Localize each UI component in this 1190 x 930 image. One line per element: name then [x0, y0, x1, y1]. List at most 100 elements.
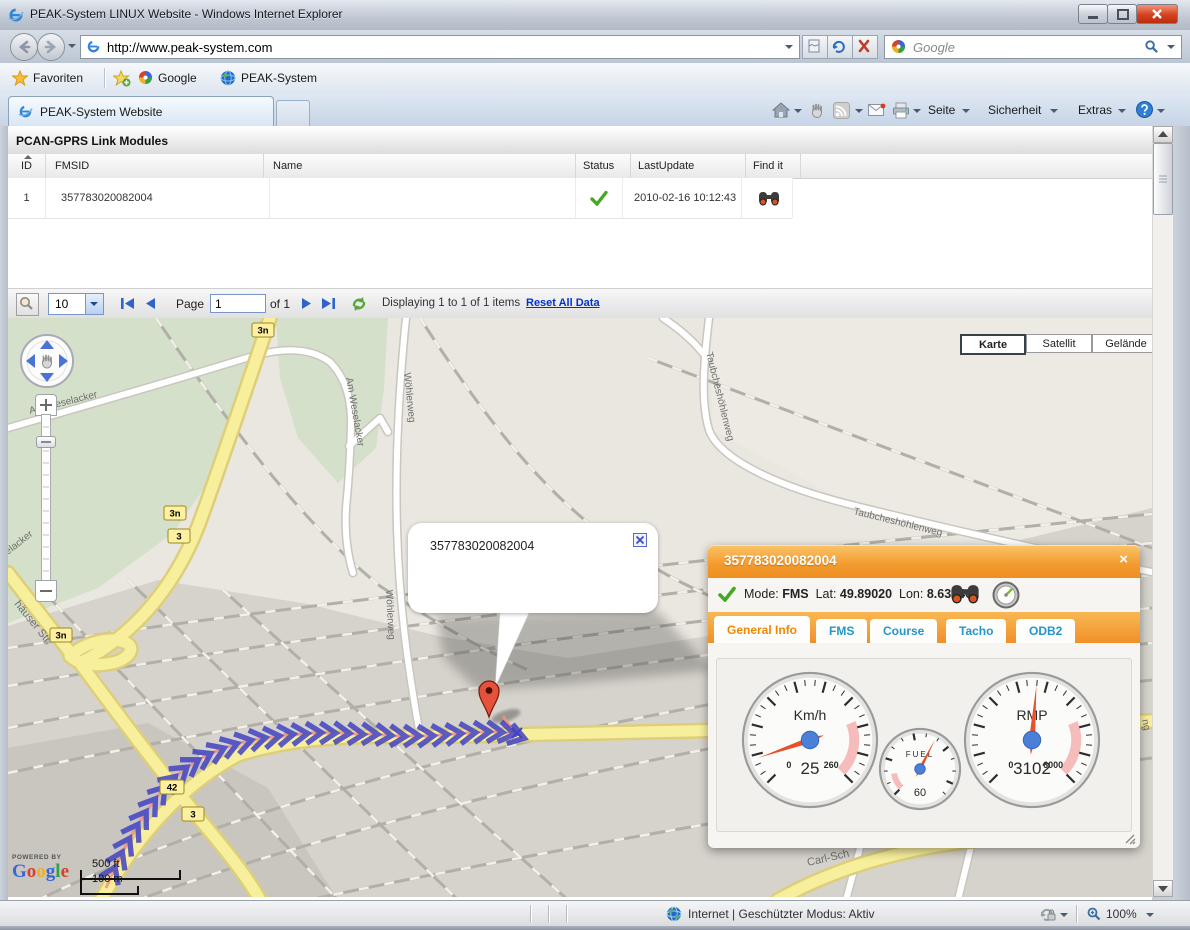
map-info-bubble: 357783020082004: [408, 523, 658, 613]
seite-dropdown[interactable]: [962, 109, 970, 113]
compatibility-view-button[interactable]: [802, 35, 828, 59]
url-text[interactable]: http://www.peak-system.com: [107, 40, 272, 55]
column-header-fmsid[interactable]: FMSID: [45, 154, 264, 178]
locate-binoculars-icon[interactable]: [950, 582, 980, 606]
column-header-id[interactable]: ID: [8, 154, 46, 178]
address-field[interactable]: http://www.peak-system.com: [80, 35, 800, 59]
hand-icon[interactable]: [808, 101, 826, 119]
cell-id: 1: [8, 178, 46, 218]
zoom-in-button[interactable]: [35, 394, 57, 416]
recent-pages-dropdown[interactable]: [68, 44, 76, 48]
first-page-button[interactable]: [120, 297, 136, 310]
globe-favicon-icon: [220, 70, 236, 86]
reset-all-data-link[interactable]: Reset All Data: [526, 297, 600, 309]
column-header-status[interactable]: Status: [575, 154, 631, 178]
map-pan-control[interactable]: [18, 332, 76, 390]
sicherheit-dropdown[interactable]: [1050, 109, 1058, 113]
address-dropdown[interactable]: [785, 45, 793, 49]
reload-table-button[interactable]: [350, 295, 368, 313]
zone-dropdown[interactable]: [1060, 913, 1068, 917]
help-icon[interactable]: [1136, 101, 1153, 118]
lat-label: Lat:: [816, 587, 837, 601]
scroll-down-button[interactable]: [1153, 880, 1173, 897]
minimize-button[interactable]: [1078, 4, 1108, 24]
favorites-link-google[interactable]: Google: [158, 71, 197, 85]
map-type-gelaende[interactable]: Gelände: [1092, 334, 1152, 353]
home-dropdown[interactable]: [794, 109, 802, 113]
resize-grip-icon[interactable]: [1124, 833, 1136, 845]
refresh-icon: [828, 36, 850, 56]
refresh-button[interactable]: [827, 35, 853, 59]
scroll-up-button[interactable]: [1153, 126, 1173, 143]
rss-feed-icon[interactable]: [833, 102, 850, 119]
new-tab-button[interactable]: [276, 100, 310, 127]
column-header-findit[interactable]: Find it: [745, 154, 801, 178]
last-page-button[interactable]: [320, 297, 336, 310]
back-button[interactable]: [10, 33, 38, 61]
tab-peak-system-website[interactable]: PEAK-System Website: [8, 96, 274, 127]
compatibility-zoom-icon[interactable]: [1038, 906, 1056, 922]
cell-lastupdate: 2010-02-16 10:12:43: [630, 178, 742, 218]
zoom-level-value[interactable]: 100%: [1106, 907, 1137, 921]
extras-dropdown[interactable]: [1118, 109, 1126, 113]
vertical-scrollbar[interactable]: [1152, 126, 1173, 897]
close-button[interactable]: [1136, 4, 1178, 24]
title-bar[interactable]: PEAK-System LINUX Website - Windows Inte…: [0, 0, 1190, 31]
favorites-button[interactable]: Favoriten: [33, 71, 83, 85]
column-header-lastupdate[interactable]: LastUpdate: [630, 154, 746, 178]
zoom-out-button[interactable]: [35, 580, 57, 602]
tab-tacho[interactable]: Tacho: [946, 619, 1006, 643]
vehicle-panel-close-icon[interactable]: ×: [1119, 551, 1128, 568]
binoculars-icon[interactable]: [758, 190, 780, 207]
feed-dropdown[interactable]: [855, 109, 863, 113]
home-icon[interactable]: [772, 102, 790, 119]
table-search-button[interactable]: [16, 293, 39, 316]
column-header-name[interactable]: Name: [263, 154, 576, 178]
menu-sicherheit[interactable]: Sicherheit: [988, 103, 1041, 117]
bubble-close-icon[interactable]: [633, 533, 647, 547]
svg-text:3n: 3n: [55, 631, 66, 642]
vehicle-panel-header[interactable]: 357783020082004 ×: [708, 545, 1140, 578]
search-placeholder[interactable]: Google: [913, 40, 955, 55]
tab-course[interactable]: Course: [870, 619, 937, 643]
maximize-button[interactable]: [1107, 4, 1137, 24]
scrollbar-thumb[interactable]: [1153, 143, 1173, 215]
svg-text:Km/h: Km/h: [794, 707, 827, 723]
printer-icon[interactable]: [892, 102, 910, 119]
speed-gauge: Km/h026025: [735, 663, 885, 813]
menu-seite[interactable]: Seite: [928, 103, 955, 117]
search-icon[interactable]: [1144, 39, 1159, 54]
mail-icon[interactable]: [868, 103, 886, 117]
zoom-slider-handle[interactable]: [36, 436, 56, 448]
google-attribution[interactable]: POWERED BY Google: [12, 854, 69, 883]
map-type-satellit[interactable]: Satellit: [1026, 334, 1092, 353]
tab-odb2[interactable]: ODB2: [1016, 619, 1075, 643]
google-logo[interactable]: Google: [12, 861, 69, 883]
menu-extras[interactable]: Extras: [1078, 103, 1112, 117]
prev-page-button[interactable]: [145, 297, 157, 310]
table-row[interactable]: 1 357783020082004 2010-02-16 10:12:43: [8, 178, 792, 219]
next-page-button[interactable]: [300, 297, 312, 310]
stop-button[interactable]: [852, 35, 878, 59]
forward-button[interactable]: [37, 33, 65, 61]
browser-window: PEAK-System LINUX Website - Windows Inte…: [0, 0, 1190, 930]
search-options-dropdown[interactable]: [1167, 45, 1175, 49]
print-dropdown[interactable]: [913, 109, 921, 113]
ie-logo-icon: [8, 7, 24, 23]
zoom-dropdown[interactable]: [1146, 913, 1154, 917]
favorites-bar: Favoriten Google PEAK-System: [0, 63, 1190, 95]
tab-fms[interactable]: FMS: [816, 619, 867, 643]
cell-findit[interactable]: [745, 178, 793, 218]
cell-fmsid: 357783020082004: [45, 178, 270, 218]
svg-text:25: 25: [801, 759, 820, 778]
compass-gauge-icon[interactable]: [992, 581, 1020, 609]
help-dropdown[interactable]: [1157, 109, 1165, 113]
map-type-karte[interactable]: Karte: [960, 334, 1026, 355]
add-favorite-icon[interactable]: [113, 70, 131, 87]
page-of-label: of 1: [270, 297, 290, 311]
favorites-link-peak[interactable]: PEAK-System: [241, 71, 317, 85]
page-number-input[interactable]: [210, 294, 266, 313]
search-box[interactable]: Google: [884, 35, 1182, 59]
tab-general-info[interactable]: General Info: [714, 616, 810, 643]
page-size-select[interactable]: 10: [48, 293, 104, 315]
